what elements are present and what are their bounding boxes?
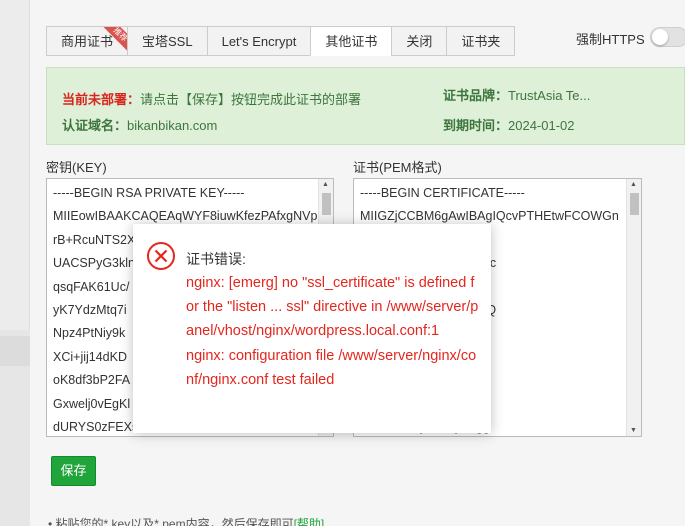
deploy-status-label: 当前未部署： bbox=[62, 92, 141, 107]
help-link[interactable]: [帮助] bbox=[294, 517, 325, 526]
background-sidebar-band bbox=[0, 336, 30, 366]
tab-commercial-cert[interactable]: 商用证书 推荐 bbox=[46, 26, 128, 56]
cert-domain-value: bikanbikan.com bbox=[127, 118, 218, 133]
cert-label: 证书(PEM格式) bbox=[353, 160, 442, 175]
tab-lets-encrypt[interactable]: Let's Encrypt bbox=[206, 26, 311, 56]
tab-label: 其他证书 bbox=[325, 34, 378, 49]
scroll-down-icon[interactable]: ▼ bbox=[630, 427, 637, 434]
tab-label: 证书夹 bbox=[461, 34, 501, 49]
cert-expiry: 到期时间：2024-01-02 bbox=[443, 115, 575, 134]
tab-other-cert[interactable]: 其他证书 bbox=[310, 26, 392, 56]
cert-domain: 认证域名：bikanbikan.com bbox=[62, 115, 217, 134]
error-icon bbox=[147, 242, 175, 270]
deploy-status: 当前未部署：请点击【保存】按钮完成此证书的部署 bbox=[62, 89, 361, 108]
dialog-message-line: nginx: [emerg] no "ssl_certificate" is d… bbox=[186, 275, 479, 340]
toggle-knob bbox=[652, 29, 668, 45]
tab-label: 关闭 bbox=[406, 34, 433, 49]
dialog-title: 证书错误: bbox=[186, 251, 246, 267]
cert-brand-label: 证书品牌： bbox=[443, 88, 509, 103]
tab-label: 商用证书 bbox=[61, 34, 114, 49]
scroll-thumb[interactable] bbox=[322, 193, 331, 215]
background-sidebar-panel bbox=[0, 0, 30, 330]
cert-error-dialog: 证书错误: nginx: [emerg] no "ssl_certificate… bbox=[133, 224, 491, 433]
tab-label: Let's Encrypt bbox=[221, 34, 297, 49]
tab-label: 宝塔SSL bbox=[142, 34, 193, 49]
force-https-label: 强制HTTPS bbox=[576, 32, 645, 47]
key-label: 密钥(KEY) bbox=[46, 160, 107, 175]
cert-scrollbar[interactable]: ▲ ▼ bbox=[626, 179, 641, 436]
tab-close[interactable]: 关闭 bbox=[391, 26, 447, 56]
cert-expiry-value: 2024-01-02 bbox=[508, 118, 575, 133]
cert-info-box: 当前未部署：请点击【保存】按钮完成此证书的部署 认证域名：bikanbikan.… bbox=[46, 67, 685, 145]
force-https-toggle[interactable] bbox=[650, 27, 685, 47]
cert-expiry-label: 到期时间： bbox=[443, 118, 509, 133]
ssl-tabs: 商用证书 推荐 宝塔SSL Let's Encrypt 其他证书 关闭 证书夹 bbox=[46, 26, 516, 56]
deploy-status-text: 请点击【保存】按钮完成此证书的部署 bbox=[140, 92, 362, 107]
cert-brand: 证书品牌：TrustAsia Te... bbox=[443, 85, 590, 104]
tab-cert-folder[interactable]: 证书夹 bbox=[446, 26, 516, 56]
cert-domain-label: 认证域名： bbox=[62, 118, 128, 133]
cert-brand-value: TrustAsia Te... bbox=[508, 88, 591, 103]
save-button[interactable]: 保存 bbox=[51, 456, 96, 486]
scroll-up-icon[interactable]: ▲ bbox=[322, 181, 329, 188]
background-sidebar bbox=[0, 0, 30, 526]
tab-baota-ssl[interactable]: 宝塔SSL bbox=[127, 26, 207, 56]
paste-hint: • 粘贴您的*.key以及*.pem内容，然后保存即可[帮助] bbox=[48, 515, 324, 526]
scroll-up-icon[interactable]: ▲ bbox=[630, 181, 637, 188]
paste-hint-text: 粘贴您的*.key以及*.pem内容，然后保存即可 bbox=[55, 517, 294, 526]
dialog-message: nginx: [emerg] no "ssl_certificate" is d… bbox=[186, 271, 480, 392]
scroll-thumb[interactable] bbox=[630, 193, 639, 215]
dialog-message-line: nginx: configuration file /www/server/ng… bbox=[186, 347, 477, 388]
